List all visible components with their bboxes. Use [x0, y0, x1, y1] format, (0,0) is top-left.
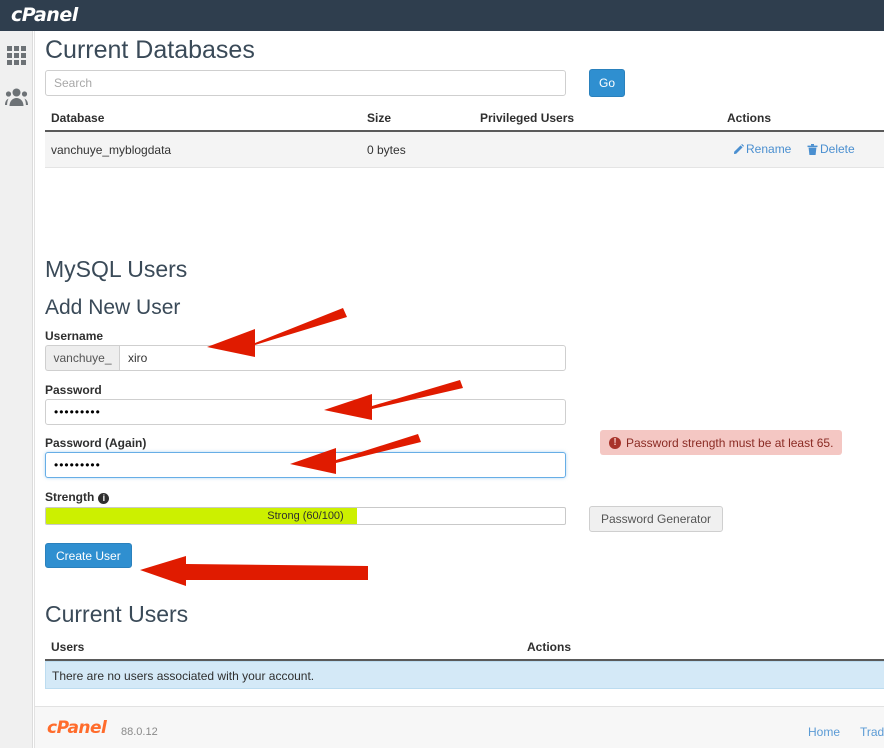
section-title-add-new-user: Add New User	[45, 296, 181, 319]
page-footer: cPanel 88.0.12 Home Trad	[35, 706, 884, 748]
column-header-privileged-users: Privileged Users	[480, 111, 575, 125]
rename-database-link[interactable]: Rename	[733, 142, 791, 156]
label-strength: Strength i	[45, 490, 110, 504]
cell-database-name: vanchuye_myblogdata	[51, 143, 172, 157]
table-header-row: Database Size Privileged Users Actions	[45, 107, 884, 132]
cell-database-size: 0 bytes	[367, 143, 406, 157]
username-prefix: vanchuye_	[45, 345, 119, 371]
footer-link-home[interactable]: Home	[808, 725, 840, 739]
section-title-mysql-users: MySQL Users	[45, 256, 188, 282]
column-header-actions: Actions	[727, 111, 772, 125]
label-password-again: Password (Again)	[45, 436, 147, 450]
table-row: vanchuye_myblogdata 0 bytes Rename Delet…	[45, 132, 884, 168]
password-input[interactable]	[45, 399, 566, 425]
label-password: Password	[45, 383, 102, 397]
create-user-button[interactable]: Create User	[45, 543, 132, 568]
current-databases-table: Database Size Privileged Users Actions v…	[45, 107, 884, 168]
empty-users-message: There are no users associated with your …	[45, 661, 884, 689]
password-generator-button[interactable]: Password Generator	[589, 506, 724, 532]
search-input[interactable]	[45, 70, 566, 96]
page-title-current-databases: Current Databases	[45, 36, 255, 64]
users-table-header-row: Users Actions	[45, 636, 884, 661]
pencil-icon	[734, 144, 744, 154]
footer-version: 88.0.12	[121, 726, 158, 738]
left-sidebar	[0, 31, 33, 748]
password-again-input[interactable]	[45, 452, 566, 478]
sidebar-item-apps[interactable]	[0, 37, 33, 75]
people-icon	[5, 87, 28, 111]
column-header-size: Size	[367, 111, 392, 125]
error-exclamation-icon: !	[609, 436, 621, 449]
empty-users-text: There are no users associated with your …	[52, 669, 315, 683]
cpanel-footer-logo: cPanel	[47, 718, 107, 738]
password-error-message: ! Password strength must be at least 65.	[600, 430, 843, 455]
username-input[interactable]	[119, 345, 566, 371]
column-header-users: Users	[51, 640, 85, 654]
grid-icon	[7, 46, 26, 65]
info-icon[interactable]: i	[98, 493, 110, 504]
delete-database-link[interactable]: Delete	[807, 142, 855, 156]
top-header-bar: cPanel	[0, 0, 884, 31]
section-title-current-users: Current Users	[45, 601, 189, 627]
delete-label: Delete	[820, 142, 855, 156]
rename-label: Rename	[746, 142, 792, 156]
current-users-table: Users Actions There are no users associa…	[45, 636, 884, 689]
go-button[interactable]: Go	[589, 69, 625, 97]
footer-link-trademarks[interactable]: Trad	[860, 725, 884, 739]
password-strength-bar: Strong (60/100)	[45, 507, 566, 525]
strength-label-text: Strength	[45, 490, 95, 504]
sidebar-item-users[interactable]	[0, 79, 33, 117]
main-content: Current Databases Go Database Size Privi…	[34, 31, 884, 748]
password-error-text: Password strength must be at least 65.	[626, 435, 834, 450]
password-strength-text: Strong (60/100)	[267, 510, 344, 522]
trash-icon	[807, 144, 818, 155]
cpanel-logo[interactable]: cPanel	[11, 4, 78, 26]
column-header-user-actions: Actions	[527, 640, 572, 654]
username-input-group: vanchuye_	[45, 345, 566, 371]
column-header-database: Database	[51, 111, 105, 125]
label-username: Username	[45, 329, 104, 343]
